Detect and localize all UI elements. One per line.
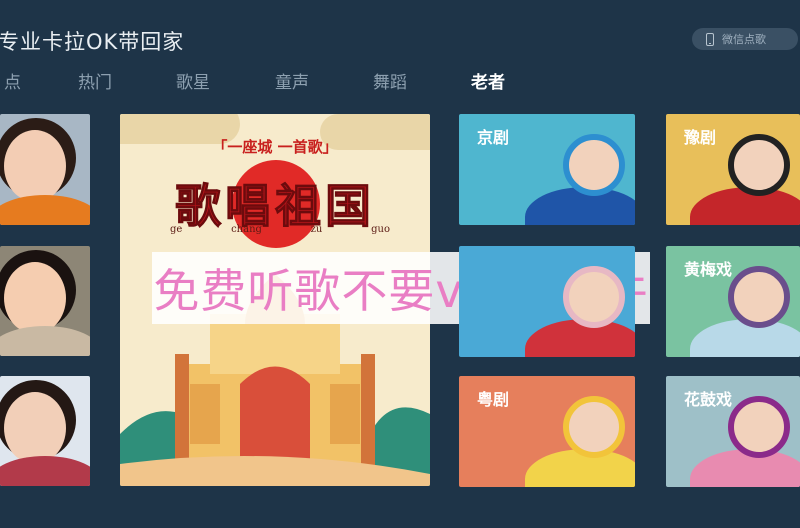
app-title: 专业卡拉OK带回家 (0, 30, 185, 54)
opera-figure (563, 266, 625, 328)
category-label: 京剧 (477, 128, 510, 147)
opera-figure (728, 266, 790, 328)
opera-figure (728, 134, 790, 196)
phone-icon (706, 32, 714, 46)
category-label: 黄梅戏 (684, 260, 733, 279)
opera-figure (728, 396, 790, 458)
singer-card-2[interactable] (0, 246, 90, 356)
category-card-huaguxi[interactable]: 花鼓戏 (666, 376, 800, 487)
poster-pinyin: ge chang zu guo (170, 224, 390, 235)
category-card-jingju[interactable]: 京剧 (459, 114, 635, 225)
category-label: 粤剧 (477, 390, 510, 409)
opera-figure (563, 134, 625, 196)
tab-dian[interactable]: 点 (4, 68, 21, 93)
category-card-huangmeixi[interactable]: 黄梅戏 (666, 246, 800, 357)
tab-dance[interactable]: 舞蹈 (373, 68, 407, 93)
category-label: 花鼓戏 (684, 390, 733, 409)
wechat-song-request-button[interactable]: 微信点歌 (692, 28, 798, 50)
poster-subtitle: 「一座城 一首歌」 (212, 138, 338, 156)
category-card-yuju[interactable]: 豫剧 (666, 114, 800, 225)
tab-children[interactable]: 童声 (275, 68, 309, 93)
category-card-yueju[interactable]: 粤剧 (459, 376, 635, 487)
singer-card-1[interactable] (0, 114, 90, 225)
opera-figure (563, 396, 625, 458)
category-label: 豫剧 (684, 128, 717, 147)
tab-hot[interactable]: 热门 (78, 68, 112, 93)
category-card-3[interactable] (459, 246, 635, 357)
wechat-button-label: 微信点歌 (722, 33, 766, 46)
tab-elders[interactable]: 老者 (471, 68, 505, 93)
tab-singers[interactable]: 歌星 (176, 68, 210, 93)
singer-card-3[interactable] (0, 376, 90, 486)
